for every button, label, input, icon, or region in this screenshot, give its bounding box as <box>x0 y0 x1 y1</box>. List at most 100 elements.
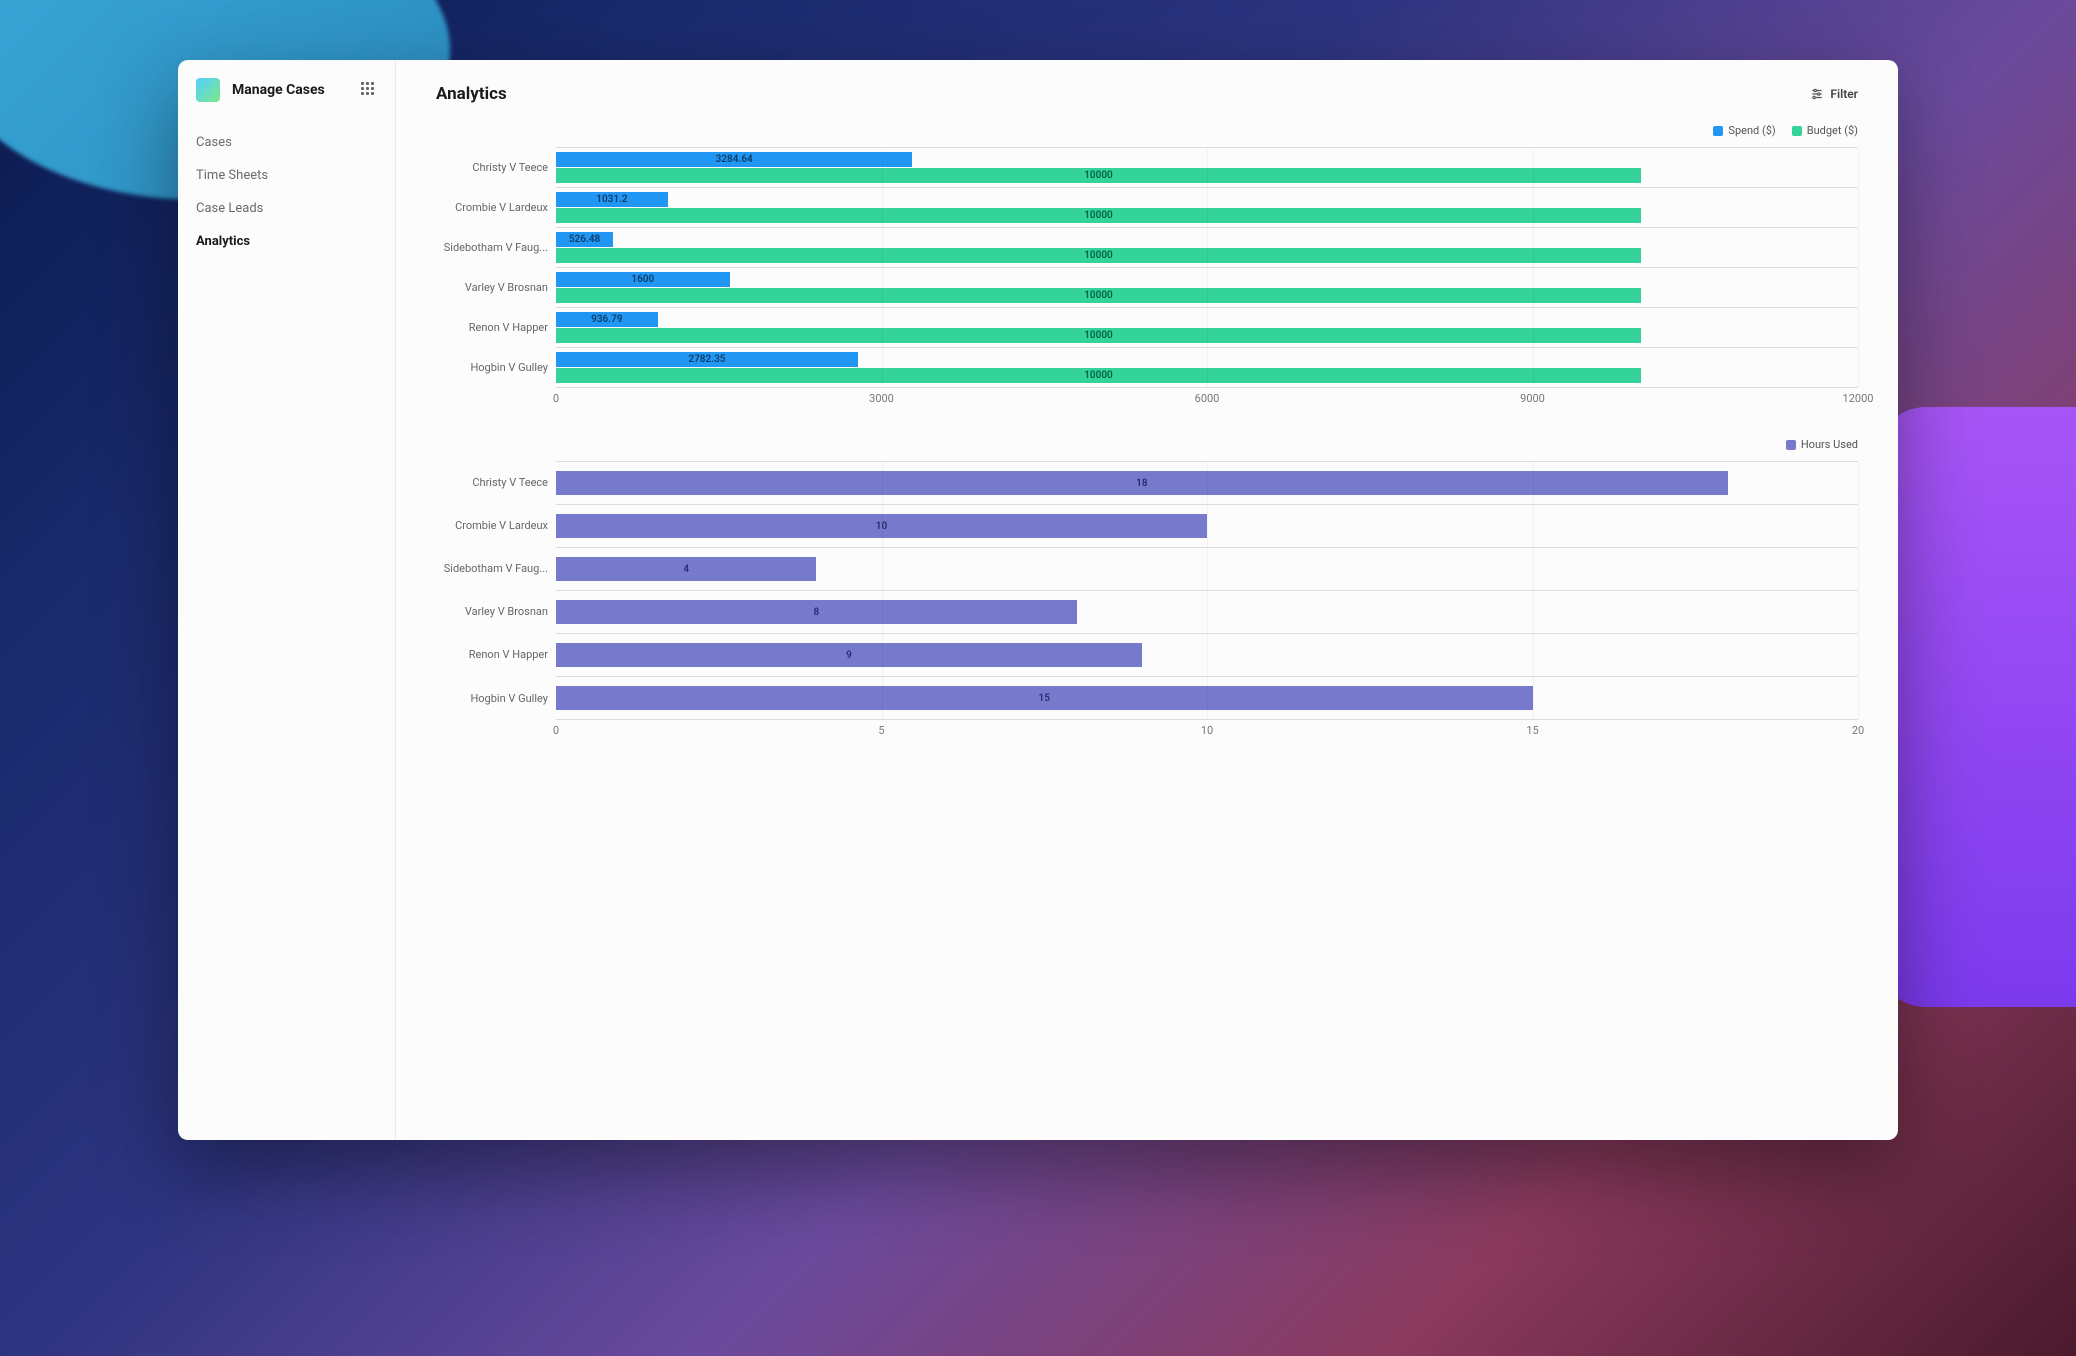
sidebar-item-case-leads[interactable]: Case Leads <box>178 192 395 225</box>
chart-row-bars: 936.79 10000 <box>556 307 1858 347</box>
chart-bar[interactable]: 936.79 <box>556 312 658 327</box>
chart-row: Sidebotham V Faug...4 <box>436 547 1858 590</box>
chart-bar-value: 10000 <box>1080 210 1117 221</box>
x-tick: 10 <box>1201 724 1213 737</box>
sidebar-item-time-sheets[interactable]: Time Sheets <box>178 159 395 192</box>
chart-bar-value: 10000 <box>1080 250 1117 261</box>
chart-row: Varley V Brosnan8 <box>436 590 1858 633</box>
chart-bar[interactable]: 10 <box>556 514 1207 538</box>
chart-row-bars: 3284.64 10000 <box>556 147 1858 187</box>
chart-row-label: Crombie V Lardeux <box>436 519 556 532</box>
chart-bar[interactable]: 3284.64 <box>556 152 912 167</box>
page-header: Analytics Filter <box>436 84 1858 104</box>
chart-row: Crombie V Lardeux 10 <box>436 504 1858 547</box>
legend-label: Budget ($) <box>1807 124 1858 137</box>
legend-label: Hours Used <box>1801 438 1858 451</box>
chart-row: Varley V Brosnan 1600 10000 <box>436 267 1858 307</box>
chart-row-label: Renon V Happer <box>436 648 556 661</box>
x-tick: 0 <box>553 392 559 405</box>
chart-row-bars: 10 <box>556 504 1858 547</box>
filter-icon <box>1810 87 1824 101</box>
chart-bar[interactable]: 1600 <box>556 272 730 287</box>
x-tick: 0 <box>553 724 559 737</box>
chart-row-label: Sidebotham V Faug... <box>436 241 556 254</box>
chart-bar[interactable]: 10000 <box>556 248 1641 263</box>
chart-row-bars: 526.48 10000 <box>556 227 1858 267</box>
legend-item[interactable]: Budget ($) <box>1792 124 1858 137</box>
chart-row-bars: 4 <box>556 547 1858 590</box>
chart-bar[interactable]: 10000 <box>556 328 1641 343</box>
legend-label: Spend ($) <box>1728 124 1775 137</box>
legend-swatch <box>1713 126 1723 136</box>
chart-bar-value: 10 <box>872 521 891 532</box>
page-title: Analytics <box>436 84 507 104</box>
chart-bar-value: 10000 <box>1080 290 1117 301</box>
chart-bar[interactable]: 1031.2 <box>556 192 668 207</box>
x-axis: 030006000900012000 <box>556 392 1858 410</box>
x-axis: 05101520 <box>556 724 1858 742</box>
chart-bar[interactable]: 4 <box>556 557 816 581</box>
chart-bar-value: 8 <box>810 607 824 618</box>
chart-bar-value: 936.79 <box>587 314 626 325</box>
x-tick: 15 <box>1526 724 1538 737</box>
hours-used-chart: Hours Used Christy V Teece 18 Crombie V La… <box>436 438 1858 742</box>
sidebar-item-cases[interactable]: Cases <box>178 126 395 159</box>
chart-bar-value: 3284.64 <box>712 154 757 165</box>
x-tick: 9000 <box>1520 392 1545 405</box>
chart-bar[interactable]: 18 <box>556 471 1728 495</box>
chart-bar[interactable]: 10000 <box>556 368 1641 383</box>
chart-bar[interactable]: 8 <box>556 600 1077 624</box>
x-tick: 6000 <box>1195 392 1220 405</box>
legend-swatch <box>1786 440 1796 450</box>
chart-bar-value: 9 <box>842 650 856 661</box>
chart-row: Crombie V Lardeux 1031.2 10000 <box>436 187 1858 227</box>
chart-bar[interactable]: 2782.35 <box>556 352 858 367</box>
x-tick: 12000 <box>1843 392 1874 405</box>
chart-bar[interactable]: 15 <box>556 686 1533 710</box>
chart-row: Hogbin V Gulley 15 <box>436 676 1858 720</box>
app-title: Manage Cases <box>232 82 361 98</box>
chart-bar[interactable]: 10000 <box>556 288 1641 303</box>
chart-row-label: Crombie V Lardeux <box>436 201 556 214</box>
chart-row-label: Christy V Teece <box>436 476 556 489</box>
chart-row-bars: 18 <box>556 461 1858 504</box>
chart-row-label: Christy V Teece <box>436 161 556 174</box>
chart-bar[interactable]: 10000 <box>556 168 1641 183</box>
chart-row: Christy V Teece 3284.64 10000 <box>436 147 1858 187</box>
chart-row: Renon V Happer 9 <box>436 633 1858 676</box>
sidebar-nav: CasesTime SheetsCase LeadsAnalytics <box>178 118 395 258</box>
chart-row-label: Varley V Brosnan <box>436 281 556 294</box>
legend-item[interactable]: Hours Used <box>1786 438 1858 451</box>
chart-row: Hogbin V Gulley2782.3510000 <box>436 347 1858 388</box>
chart-bar[interactable]: 9 <box>556 643 1142 667</box>
legend-item[interactable]: Spend ($) <box>1713 124 1775 137</box>
chart-row-bars: 8 <box>556 590 1858 633</box>
chart-row-label: Hogbin V Gulley <box>436 692 556 705</box>
chart-row-label: Renon V Happer <box>436 321 556 334</box>
sidebar-header: Manage Cases <box>178 78 395 118</box>
filter-button[interactable]: Filter <box>1810 87 1858 101</box>
chart-row-label: Sidebotham V Faug... <box>436 562 556 575</box>
chart-bar-value: 10000 <box>1080 170 1117 181</box>
x-tick: 20 <box>1852 724 1864 737</box>
chart-bar-value: 2782.35 <box>684 354 729 365</box>
apps-grid-icon[interactable] <box>361 82 377 98</box>
chart-bar[interactable]: 10000 <box>556 208 1641 223</box>
sidebar-item-analytics[interactable]: Analytics <box>178 225 395 258</box>
hours-legend: Hours Used <box>436 438 1858 451</box>
chart-bar-value: 15 <box>1035 693 1054 704</box>
main-content: Analytics Filter Spend ($) Budget ($) Chr… <box>396 60 1898 1140</box>
chart-row: Renon V Happer 936.79 10000 <box>436 307 1858 347</box>
spend-budget-chart: Spend ($)Budget ($) Christy V Teece3284.… <box>436 124 1858 410</box>
chart-bar-value: 526.48 <box>565 234 604 245</box>
chart-bar-value: 1031.2 <box>592 194 631 205</box>
chart-bar-value: 10000 <box>1080 330 1117 341</box>
app-window: Manage Cases CasesTime SheetsCase LeadsA… <box>178 60 1898 1140</box>
chart-row: Christy V Teece 18 <box>436 461 1858 504</box>
chart-bar-value: 1600 <box>627 274 658 285</box>
chart-bar[interactable]: 526.48 <box>556 232 613 247</box>
chart-bar-value: 10000 <box>1080 370 1117 381</box>
chart-bar-value: 18 <box>1132 478 1151 489</box>
spend-budget-legend: Spend ($) Budget ($) <box>436 124 1858 137</box>
app-logo <box>196 78 220 102</box>
